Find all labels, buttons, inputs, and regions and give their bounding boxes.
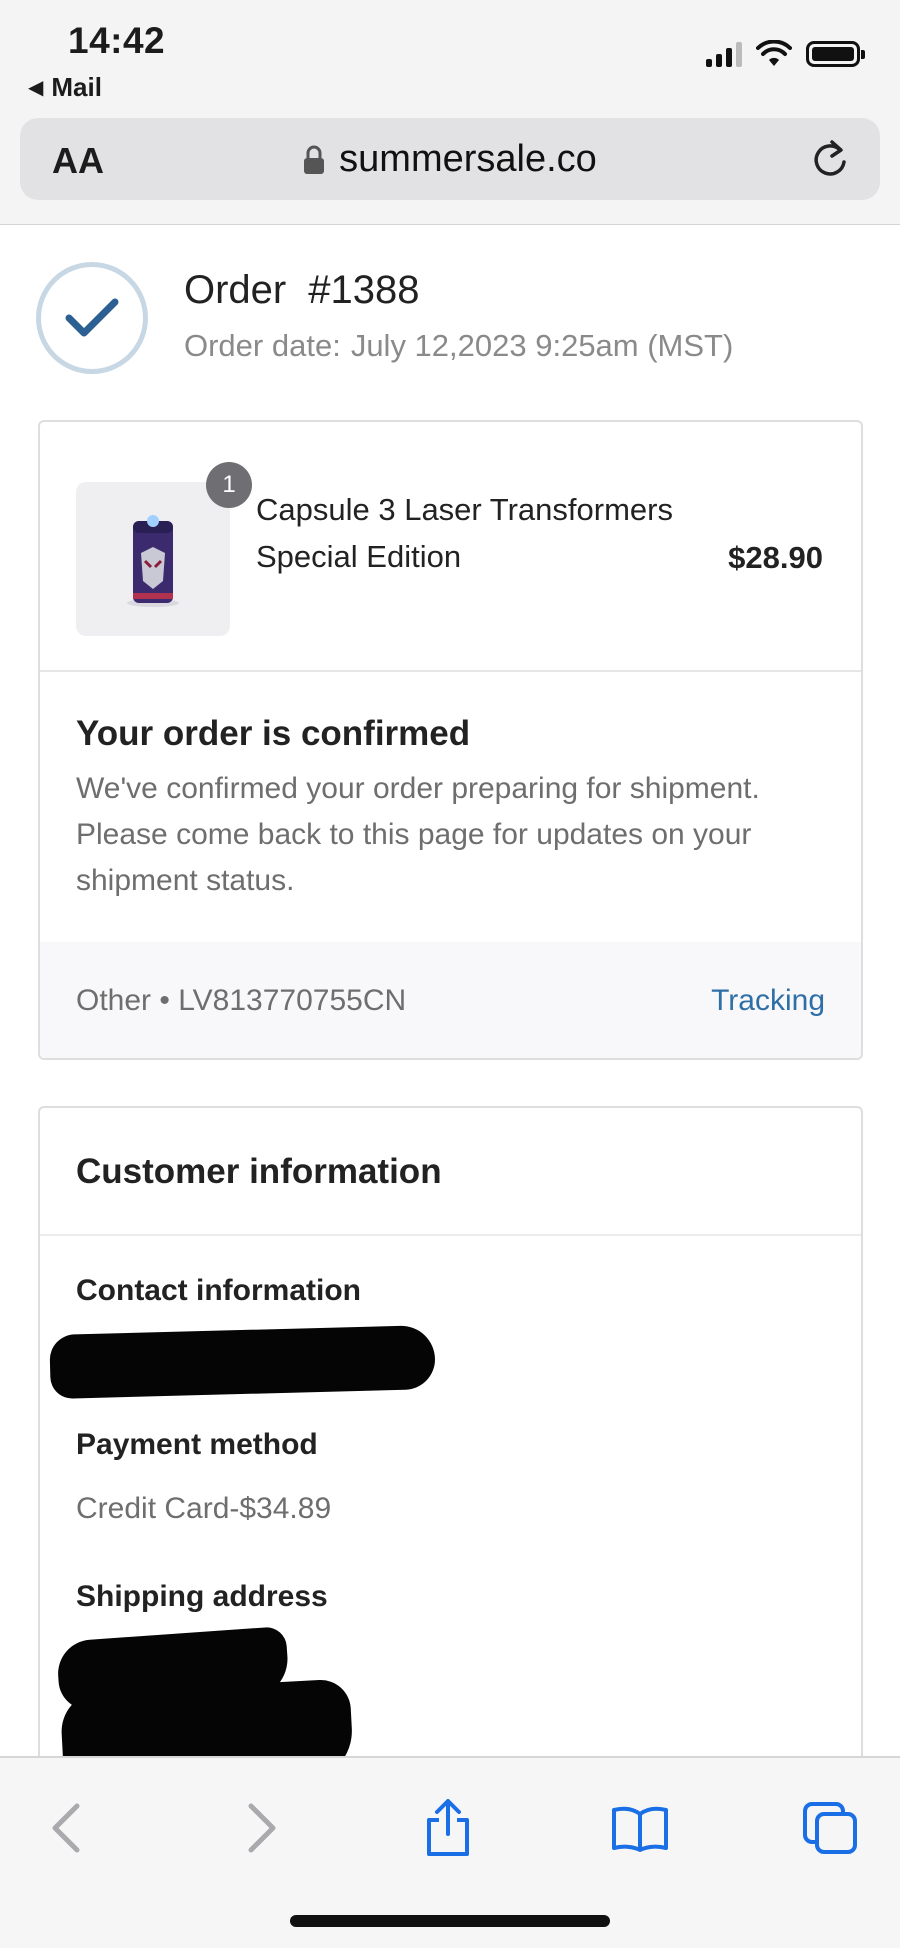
- order-title: Order #1388: [184, 268, 419, 313]
- reload-icon[interactable]: [810, 138, 850, 180]
- order-date-label: Order date:: [184, 328, 341, 363]
- product-thumbnail: [76, 482, 230, 636]
- back-button[interactable]: [26, 1788, 106, 1868]
- share-icon: [427, 1799, 469, 1856]
- confirmation-title: Your order is confirmed: [76, 714, 471, 753]
- bookmarks-button[interactable]: [600, 1788, 680, 1868]
- url-text: summersale.co: [339, 138, 597, 180]
- back-to-mail-link[interactable]: ◀ Mail: [28, 72, 102, 103]
- back-app-label: Mail: [51, 72, 102, 102]
- battery-icon: [806, 41, 865, 67]
- product-line-item: 1 Capsule 3 Laser Transformers Special E…: [40, 422, 861, 672]
- order-title-label: Order: [184, 268, 287, 312]
- contact-information-label: Contact information: [76, 1274, 361, 1307]
- payment-method-label: Payment method: [76, 1428, 318, 1461]
- checkmark-icon: [65, 298, 119, 337]
- order-confirmed-checkmark-icon: [36, 262, 148, 374]
- address-bar[interactable]: AA summersale.co: [20, 118, 880, 200]
- payment-method-value: Credit Card-$34.89: [76, 1492, 332, 1525]
- system-icons: [706, 40, 865, 68]
- product-price: $28.90: [728, 540, 823, 575]
- order-summary-card: 1 Capsule 3 Laser Transformers Special E…: [38, 420, 863, 1060]
- order-confirmation-section: Your order is confirmed We've confirmed …: [40, 672, 861, 942]
- bookmarks-icon: [612, 1806, 668, 1852]
- wifi-icon: [756, 40, 792, 66]
- tabs-button[interactable]: [790, 1788, 870, 1868]
- forward-button[interactable]: [222, 1788, 302, 1868]
- forward-icon: [248, 1803, 276, 1853]
- home-indicator[interactable]: [290, 1915, 610, 1927]
- order-date-value: July 12,2023 9:25am (MST): [350, 328, 734, 363]
- status-bar: 14:42 ◀ Mail: [0, 0, 900, 110]
- cellular-signal-icon: [706, 41, 742, 67]
- lock-icon: [304, 145, 325, 174]
- back-icon: [52, 1803, 80, 1853]
- confirmation-message: We've confirmed your order preparing for…: [76, 772, 760, 897]
- order-number: #1388: [308, 268, 420, 312]
- url-display[interactable]: summersale.co: [20, 138, 880, 181]
- tracking-number: Other • LV813770755CN: [76, 984, 407, 1017]
- customer-information-card: Customer information Contact information…: [38, 1106, 863, 1806]
- shipment-tracking-row: Other • LV813770755CN Tracking: [40, 942, 861, 1058]
- back-triangle-icon: ◀: [28, 77, 44, 99]
- share-button[interactable]: [408, 1788, 488, 1868]
- status-time: 14:42: [68, 20, 166, 61]
- redacted-email: [49, 1324, 436, 1400]
- customer-information-heading: Customer information: [40, 1108, 861, 1236]
- tabs-icon: [803, 1802, 857, 1854]
- tracking-link[interactable]: Tracking: [711, 984, 825, 1018]
- shipping-address-label: Shipping address: [76, 1580, 328, 1613]
- product-image: [127, 515, 179, 607]
- browser-address-area: AA summersale.co: [0, 110, 900, 225]
- quantity-badge: 1: [206, 462, 252, 508]
- product-name: Capsule 3 Laser Transformers Special Edi…: [256, 492, 673, 574]
- order-date: Order date: July 12,2023 9:25am (MST): [184, 328, 733, 364]
